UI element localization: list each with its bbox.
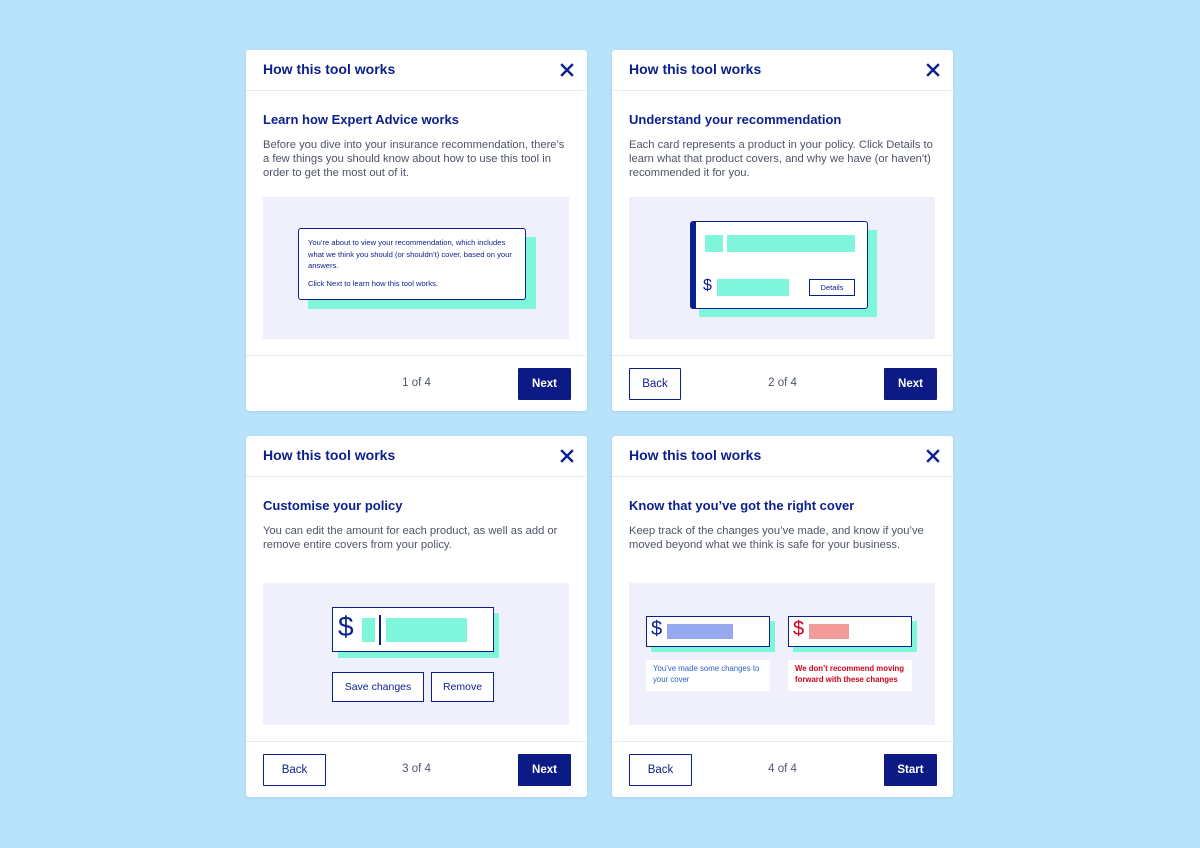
product-card: $ Details [690, 221, 868, 309]
modal-footer: Back 3 of 4 Next [246, 741, 587, 797]
modal-header: How this tool works [246, 436, 587, 477]
modal-title: How this tool works [629, 61, 762, 77]
close-icon[interactable] [559, 62, 575, 78]
modal-title: How this tool works [629, 447, 762, 463]
modal-header: How this tool works [612, 436, 953, 477]
tool-guide-modal-step-1: How this tool works Learn how Expert Adv… [246, 50, 587, 411]
step-description: Each card represents a product in your p… [629, 139, 933, 179]
remove-button: Remove [431, 672, 494, 702]
illustration-cover-status: $ You’ve made some changes to your cover… [629, 583, 935, 725]
modal-header: How this tool works [612, 50, 953, 91]
changed-amount-field: $ [646, 616, 770, 647]
step-heading: Customise your policy [263, 498, 403, 513]
placeholder-amount [717, 279, 789, 296]
dollar-sign: $ [651, 618, 663, 640]
intro-message-text: You’re about to view your recommendation… [308, 238, 512, 270]
next-button[interactable]: Next [884, 368, 937, 400]
next-button[interactable]: Next [518, 368, 571, 400]
step-description: You can edit the amount for each product… [263, 525, 558, 551]
step-description: Before you dive into your insurance reco… [263, 139, 565, 179]
tool-guide-modal-step-2: How this tool works Understand your reco… [612, 50, 953, 411]
placeholder-title [727, 235, 855, 252]
placeholder-block [362, 618, 375, 642]
close-icon[interactable] [925, 448, 941, 464]
tool-guide-modal-step-3: How this tool works Customise your polic… [246, 436, 587, 797]
intro-message-card: You’re about to view your recommendation… [298, 228, 526, 300]
step-heading: Understand your recommendation [629, 112, 842, 127]
placeholder-amount [386, 618, 467, 642]
next-button[interactable]: Next [518, 754, 571, 786]
placeholder-amount [667, 624, 733, 639]
step-heading: Learn how Expert Advice works [263, 112, 460, 127]
details-button: Details [809, 279, 855, 296]
step-heading: Know that you’ve got the right cover [629, 498, 855, 513]
amount-field: $ [332, 607, 494, 652]
dollar-sign: $ [793, 618, 805, 640]
text-cursor [379, 615, 381, 645]
illustration-intro: You’re about to view your recommendation… [263, 197, 569, 339]
step-description: Keep track of the changes you’ve made, a… [629, 525, 924, 551]
modal-header: How this tool works [246, 50, 587, 91]
changes-note: You’ve made some changes to your cover [646, 660, 770, 691]
placeholder-amount [809, 624, 849, 639]
tool-guide-modal-step-4: How this tool works Know that you’ve got… [612, 436, 953, 797]
warning-amount-field: $ [788, 616, 912, 647]
modal-title: How this tool works [263, 61, 396, 77]
start-button[interactable]: Start [884, 754, 937, 786]
warning-note: We don’t recommend moving forward with t… [788, 660, 912, 691]
modal-title: How this tool works [263, 447, 396, 463]
modal-footer: 1 of 4 Next [246, 355, 587, 411]
illustration-product-card: $ Details [629, 197, 935, 339]
dollar-sign: $ [703, 277, 712, 294]
dollar-sign: $ [338, 611, 354, 642]
intro-next-hint: Click Next to learn how this tool works. [308, 278, 438, 288]
close-icon[interactable] [925, 62, 941, 78]
save-changes-button: Save changes [332, 672, 424, 702]
illustration-edit-amount: $ Save changes Remove [263, 583, 569, 725]
modal-footer: Back 4 of 4 Start [612, 741, 953, 797]
modal-footer: Back 2 of 4 Next [612, 355, 953, 411]
close-icon[interactable] [559, 448, 575, 464]
placeholder-icon [705, 235, 723, 252]
